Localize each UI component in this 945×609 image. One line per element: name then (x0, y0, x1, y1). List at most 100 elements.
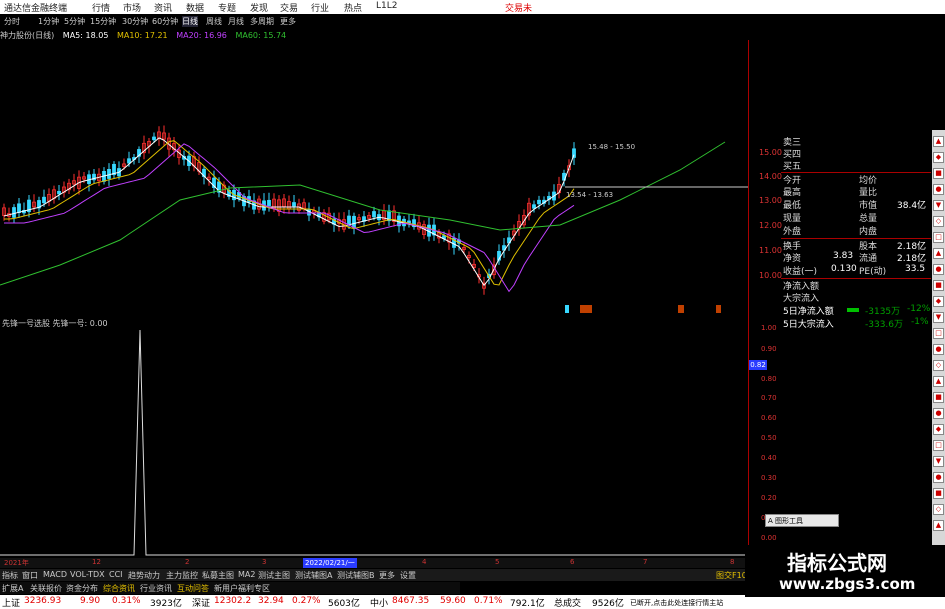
info-row: 最低 市值 38.4亿 (783, 201, 927, 211)
menu-hangqing[interactable]: 行情 (92, 1, 110, 14)
annotation-mid: 13.54 - 13.63 (566, 191, 613, 199)
trade-button[interactable]: 交易未 (505, 1, 532, 14)
tab-cci[interactable]: CCI (109, 570, 123, 579)
toolbar-icon[interactable]: ▼ (933, 456, 944, 467)
candle-body (127, 158, 131, 164)
toolbar-icon[interactable]: ▲ (933, 376, 944, 387)
info-row: 换手 股本 2.18亿 (781, 238, 931, 252)
period-60min[interactable]: 60分钟 (152, 16, 178, 27)
candlestick-chart[interactable]: 15.48 - 15.50 13.54 - 13.63 (0, 40, 748, 318)
subtab-welfare[interactable]: 新用户福利专区 (214, 583, 270, 594)
toolbar-icon[interactable]: □ (933, 232, 944, 243)
tab-qushi[interactable]: 趋势动力 (128, 570, 160, 581)
period-bar: 分时 1分钟 5分钟 15分钟 30分钟 60分钟 日线 周线 月线 多周期 更… (0, 16, 540, 28)
period-1min[interactable]: 1分钟 (38, 16, 59, 27)
menu-shuju[interactable]: 数据 (186, 1, 204, 14)
toolbar-icon[interactable]: ■ (933, 280, 944, 291)
toolbar-icon[interactable]: ■ (933, 168, 944, 179)
candle-body (107, 169, 111, 179)
subtab-industry[interactable]: 行业资讯 (140, 583, 172, 594)
toolbar-icon[interactable]: □ (933, 440, 944, 451)
price-tick: 11.00 (759, 246, 782, 255)
sz-label[interactable]: 深证 (192, 596, 210, 609)
connection-notice[interactable]: 已断开,点击此处连接行情主站 (630, 598, 723, 608)
period-more[interactable]: 更多 (280, 16, 296, 27)
ind-tick: 0.80 (761, 375, 777, 383)
indicator-value-marker: 0.82 (749, 360, 767, 370)
toolbar-icon[interactable]: ● (933, 264, 944, 275)
tab-simu[interactable]: 私募主图 (202, 570, 234, 581)
period-5min[interactable]: 5分钟 (64, 16, 85, 27)
tab-settings[interactable]: 设置 (400, 570, 416, 581)
menu-redian[interactable]: 热点 (344, 1, 362, 14)
info-row: 净资 3.83 流通 2.18亿 (783, 251, 927, 264)
toolbar-icon[interactable]: ■ (933, 392, 944, 403)
zx-label[interactable]: 中小 (370, 596, 388, 609)
toolbar-icon[interactable]: □ (933, 328, 944, 339)
subtab-funds[interactable]: 资金分布 (66, 583, 98, 594)
menu-l1l2[interactable]: L1L2 (376, 1, 397, 11)
event-marker (580, 305, 592, 313)
tab-chuangkou[interactable]: 窗口 (22, 570, 38, 581)
zx-amount: 792.1亿 (510, 599, 545, 609)
toolbar-icon[interactable]: ▲ (933, 136, 944, 147)
period-month[interactable]: 月线 (228, 16, 244, 27)
toolbar-icon[interactable]: ▼ (933, 200, 944, 211)
subtab-qa[interactable]: 互动问答 (177, 583, 209, 594)
toolbar-icon[interactable]: ◇ (933, 360, 944, 371)
toolbar-icon[interactable]: ● (933, 344, 944, 355)
menu-faxian[interactable]: 发现 (250, 1, 268, 14)
tab-ceshi-main[interactable]: 测试主图 (258, 570, 290, 581)
toolbar-icon[interactable]: ▲ (933, 520, 944, 531)
period-day[interactable]: 日线 (182, 16, 198, 27)
tab-zhuli[interactable]: 主力监控 (166, 570, 198, 581)
period-fenshi[interactable]: 分时 (4, 16, 20, 27)
toolbar-icon[interactable]: ● (933, 472, 944, 483)
ma10-value: MA10: 17.21 (116, 31, 168, 40)
event-marker (678, 305, 684, 313)
subtab-related[interactable]: 关联报价 (30, 583, 62, 594)
ind-tick: 0.00 (761, 534, 777, 542)
price-tick: 15.00 (759, 148, 782, 157)
date-tick: 4 (422, 558, 427, 566)
sh-label[interactable]: 上证 (2, 596, 20, 609)
tab-macd[interactable]: MACD (43, 570, 67, 579)
tab-ceshi-a[interactable]: 测试辅图A (295, 570, 332, 581)
toolbar-icon[interactable]: ◆ (933, 424, 944, 435)
toolbar-icon[interactable]: ● (933, 408, 944, 419)
menu-shichang[interactable]: 市场 (123, 1, 141, 14)
event-marker (565, 305, 569, 313)
tab-vol-tdx[interactable]: VOL-TDX (70, 570, 105, 579)
toolbar-icon[interactable]: ◆ (933, 152, 944, 163)
toolbar-icon[interactable]: ● (933, 184, 944, 195)
menu-hangye[interactable]: 行业 (311, 1, 329, 14)
tab-more[interactable]: 更多 (379, 570, 395, 581)
toolbar-icon[interactable]: ◇ (933, 504, 944, 515)
indicator-chart[interactable] (0, 328, 748, 556)
subtab-expand[interactable]: 扩展A (2, 583, 23, 594)
period-15min[interactable]: 15分钟 (90, 16, 116, 27)
drawing-tool-popup[interactable]: A 图形工具 (765, 514, 839, 527)
price-tick: 10.00 (759, 271, 782, 280)
info-row: 外盘 内盘 (783, 227, 878, 237)
menu-jiaoyi[interactable]: 交易 (280, 1, 298, 14)
period-multi[interactable]: 多周期 (250, 16, 274, 27)
subtab-news[interactable]: 综合资讯 (103, 583, 135, 594)
tab-f10[interactable]: 图交F10 (716, 570, 747, 581)
tab-ceshi-b[interactable]: 测试辅图B (337, 570, 375, 581)
flow-row: 5日大宗流入 -333.6万 -1% (783, 317, 929, 330)
tab-ma2[interactable]: MA2 (238, 570, 255, 579)
menu-zixun[interactable]: 资讯 (154, 1, 172, 14)
tab-zhibiao[interactable]: 指标 (2, 570, 18, 581)
candle-body (12, 207, 16, 218)
toolbar-icon[interactable]: ◇ (933, 216, 944, 227)
period-30min[interactable]: 30分钟 (122, 16, 148, 27)
menu-zhuanti[interactable]: 专题 (218, 1, 236, 14)
date-tick: 5 (495, 558, 500, 566)
sz-pct: 0.27% (292, 596, 321, 606)
toolbar-icon[interactable]: ■ (933, 488, 944, 499)
toolbar-icon[interactable]: ▼ (933, 312, 944, 323)
period-week[interactable]: 周线 (206, 16, 222, 27)
toolbar-icon[interactable]: ◆ (933, 296, 944, 307)
toolbar-icon[interactable]: ▲ (933, 248, 944, 259)
